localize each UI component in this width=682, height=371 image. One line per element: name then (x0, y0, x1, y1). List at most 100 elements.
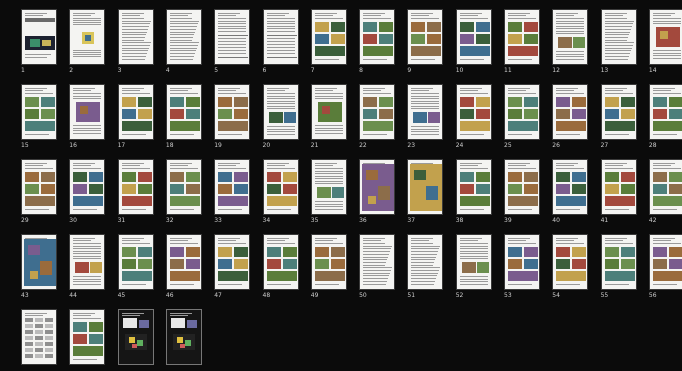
page-thumbnail[interactable]: 41 (600, 159, 637, 224)
page-number-label: 28 (648, 142, 657, 149)
page-thumbnail[interactable]: 18 (165, 84, 202, 149)
page-thumbnail-image (21, 9, 57, 65)
page-thumbnail[interactable]: 44 (69, 234, 106, 299)
page-thumbnail-image (262, 84, 299, 140)
page-thumbnail[interactable]: 45 (117, 234, 154, 299)
page-thumbnail-image (552, 159, 589, 215)
page-thumbnail-image (455, 234, 492, 290)
page-thumbnail-image (310, 9, 347, 65)
page-number-label: 20 (262, 142, 271, 149)
page-thumbnail[interactable]: 51 (407, 234, 444, 299)
page-thumbnail[interactable]: 43 (21, 234, 57, 299)
page-thumbnail[interactable] (69, 309, 106, 371)
page-thumbnail[interactable]: 38 (455, 159, 492, 224)
page-number-label: 46 (165, 292, 174, 299)
page-thumbnail[interactable] (21, 309, 57, 371)
page-number-label: 42 (648, 217, 657, 224)
page-thumbnail[interactable] (117, 309, 154, 371)
page-thumbnail[interactable]: 47 (214, 234, 251, 299)
page-thumbnail[interactable]: 10 (455, 9, 492, 74)
page-thumbnail[interactable]: 1 (21, 9, 57, 74)
page-number-label: 25 (504, 142, 512, 149)
page-thumbnail[interactable]: 36 (359, 159, 396, 224)
page-thumbnail[interactable]: 31 (117, 159, 154, 224)
page-number-label: 51 (407, 292, 416, 299)
page-thumbnail[interactable]: 40 (552, 159, 589, 224)
page-thumbnail[interactable] (165, 309, 202, 371)
page-thumbnail[interactable]: 12 (552, 9, 589, 74)
page-thumbnail[interactable]: 34 (262, 159, 299, 224)
page-thumbnail-image (69, 309, 106, 365)
page-number-label: 19 (214, 142, 222, 149)
page-thumbnail[interactable]: 20 (262, 84, 299, 149)
page-thumbnail[interactable]: 5 (214, 9, 251, 74)
page-thumbnail[interactable]: 50 (359, 234, 396, 299)
page-thumbnail-image (262, 234, 299, 290)
page-thumbnail[interactable]: 27 (600, 84, 637, 149)
page-thumbnail-image (310, 234, 347, 290)
page-number-label: 49 (310, 292, 319, 299)
page-thumbnail[interactable]: 52 (455, 234, 492, 299)
page-thumbnail[interactable]: 25 (504, 84, 540, 149)
page-thumbnail-image (359, 9, 396, 65)
page-thumbnail[interactable]: 21 (310, 84, 347, 149)
page-thumbnail[interactable]: 35 (310, 159, 347, 224)
page-thumbnail[interactable]: 37 (407, 159, 444, 224)
page-number-label: 34 (262, 217, 271, 224)
page-thumbnail[interactable]: 29 (21, 159, 57, 224)
page-thumbnail[interactable]: 22 (359, 84, 396, 149)
page-thumbnail-image (504, 159, 540, 215)
page-number-label: 29 (21, 217, 29, 224)
page-number-label: 8 (359, 67, 363, 74)
page-thumbnail[interactable]: 16 (69, 84, 106, 149)
page-thumbnail[interactable]: 28 (648, 84, 682, 149)
page-thumbnail-image (69, 84, 106, 140)
page-number-label: 22 (359, 142, 367, 149)
page-thumbnail[interactable]: 30 (69, 159, 106, 224)
page-thumbnail[interactable]: 48 (262, 234, 299, 299)
page-thumbnail[interactable]: 56 (648, 234, 682, 299)
page-thumbnail[interactable]: 55 (600, 234, 637, 299)
page-thumbnail[interactable]: 17 (117, 84, 154, 149)
page-thumbnail-image (165, 159, 202, 215)
page-thumbnail[interactable]: 6 (262, 9, 299, 74)
page-number-label: 39 (504, 217, 512, 224)
page-thumbnail-image (359, 159, 396, 215)
page-thumbnail-image (69, 159, 106, 215)
page-thumbnail[interactable]: 49 (310, 234, 347, 299)
page-thumbnail-image (504, 9, 540, 65)
page-thumbnail[interactable]: 26 (552, 84, 589, 149)
page-thumbnail[interactable]: 7 (310, 9, 347, 74)
page-thumbnail-image (69, 9, 106, 65)
page-thumbnail[interactable]: 33 (214, 159, 251, 224)
page-number-label: 35 (310, 217, 319, 224)
page-thumbnail-image (69, 234, 106, 290)
page-thumbnail[interactable]: 23 (407, 84, 444, 149)
page-thumbnail[interactable]: 54 (552, 234, 589, 299)
page-thumbnail[interactable]: 24 (455, 84, 492, 149)
page-thumbnail-image (262, 9, 299, 65)
page-thumbnail[interactable]: 3 (117, 9, 154, 74)
page-thumbnail-image (21, 309, 57, 365)
page-thumbnail-image (165, 309, 202, 365)
page-thumbnail[interactable]: 19 (214, 84, 251, 149)
page-thumbnail[interactable]: 9 (407, 9, 444, 74)
page-thumbnail[interactable]: 2 (69, 9, 106, 74)
page-thumbnail[interactable]: 4 (165, 9, 202, 74)
page-thumbnail-image (552, 234, 589, 290)
page-thumbnail-image (648, 159, 682, 215)
page-thumbnail-image (504, 234, 540, 290)
page-thumbnail[interactable]: 42 (648, 159, 682, 224)
page-thumbnail-image (600, 9, 637, 65)
page-thumbnail[interactable]: 13 (600, 9, 637, 74)
page-thumbnail[interactable]: 14 (648, 9, 682, 74)
page-thumbnail[interactable]: 53 (504, 234, 540, 299)
page-thumbnail-image (117, 84, 154, 140)
page-thumbnail[interactable]: 8 (359, 9, 396, 74)
page-thumbnail[interactable]: 11 (504, 9, 540, 74)
page-thumbnail[interactable]: 46 (165, 234, 202, 299)
page-thumbnail[interactable]: 15 (21, 84, 57, 149)
page-thumbnail[interactable]: 39 (504, 159, 540, 224)
page-thumbnail-image (407, 159, 444, 215)
page-thumbnail[interactable]: 32 (165, 159, 202, 224)
